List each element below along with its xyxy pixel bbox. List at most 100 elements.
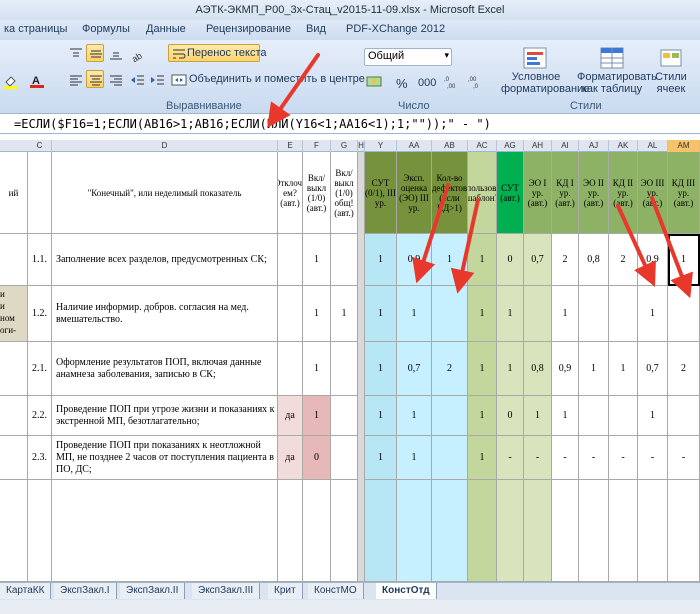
cell-ab[interactable] <box>432 396 468 436</box>
cell-e[interactable]: да <box>278 396 303 436</box>
cell-g[interactable]: 1 <box>331 286 358 342</box>
thousands-format-button[interactable]: 000 <box>418 77 436 89</box>
cell-empty[interactable] <box>28 480 52 582</box>
cell-empty[interactable] <box>497 480 524 582</box>
cell-g[interactable] <box>331 396 358 436</box>
tab-view[interactable]: Вид <box>306 23 326 35</box>
cell-ak[interactable]: 1 <box>609 342 638 396</box>
cell-am[interactable] <box>668 286 700 342</box>
cell-al[interactable]: 0,7 <box>638 342 668 396</box>
col-header-ac[interactable]: AC <box>468 140 497 152</box>
cell-aj[interactable] <box>579 286 609 342</box>
cell-f[interactable]: 1 <box>303 342 331 396</box>
col-header-aa[interactable]: AA <box>397 140 432 152</box>
cell-ah[interactable]: 0,8 <box>524 342 552 396</box>
cell-empty[interactable] <box>52 480 278 582</box>
row-number[interactable]: 1.1. <box>28 234 52 286</box>
cell-ai[interactable]: 1 <box>552 286 579 342</box>
cell-ab[interactable]: 1 <box>432 234 468 286</box>
cell-al[interactable]: - <box>638 436 668 480</box>
cell-empty[interactable] <box>609 480 638 582</box>
row-indicator-text[interactable]: Оформление результатов ПОП, включая данн… <box>52 342 278 396</box>
col-header-ah[interactable]: AH <box>524 140 552 152</box>
row-indicator-text[interactable]: Заполнение всех разделов, предусмотренны… <box>52 234 278 286</box>
cell-al[interactable]: 1 <box>638 396 668 436</box>
decrease-indent-icon[interactable] <box>128 70 146 88</box>
header-g[interactable]: Вкл/ выкл (1/0) общ! (авт.) <box>331 152 358 234</box>
header-ac[interactable]: Использовать шаблон? <box>468 152 497 234</box>
cell-empty[interactable] <box>365 480 397 582</box>
header-c[interactable] <box>28 152 52 234</box>
cell-ag[interactable]: 0 <box>497 234 524 286</box>
cell-e[interactable] <box>278 342 303 396</box>
decrease-decimal-icon[interactable]: ,00,0 <box>466 72 488 90</box>
currency-format-icon[interactable] <box>364 72 388 90</box>
cell-e[interactable] <box>278 234 303 286</box>
col-header-f[interactable]: F <box>303 140 331 152</box>
cell-ac[interactable]: 1 <box>468 342 497 396</box>
cell-ai[interactable]: - <box>552 436 579 480</box>
align-middle-icon[interactable] <box>86 44 104 62</box>
col-header-ai[interactable]: AI <box>552 140 579 152</box>
header-a[interactable]: ий <box>0 152 28 234</box>
sheet-tab[interactable]: КонстОтд <box>376 583 437 599</box>
cell-am[interactable]: - <box>668 436 700 480</box>
cell-aa[interactable]: 1 <box>397 396 432 436</box>
cell-ab[interactable]: 2 <box>432 342 468 396</box>
header-aj[interactable]: ЭО II ур. (авт.) <box>579 152 609 234</box>
cell-ag[interactable]: - <box>497 436 524 480</box>
header-ah[interactable]: ЭО I ур. (авт.) <box>524 152 552 234</box>
col-header-c[interactable]: C <box>28 140 52 152</box>
cell-f[interactable]: 1 <box>303 234 331 286</box>
cell-ai[interactable]: 1 <box>552 396 579 436</box>
cell-am[interactable]: 1 <box>668 234 700 286</box>
align-left-icon[interactable] <box>66 70 84 88</box>
header-ab[interactable]: Кол-во дефектов (если КД>1) <box>432 152 468 234</box>
sheet-tab[interactable]: ЭкспЗакл.II <box>120 583 186 599</box>
align-center-icon[interactable] <box>86 70 104 88</box>
cell-al[interactable]: 1 <box>638 286 668 342</box>
cell-y[interactable]: 1 <box>365 436 397 480</box>
horizontal-scrollbar[interactable] <box>0 600 700 614</box>
cell-empty[interactable] <box>638 480 668 582</box>
cell-g[interactable] <box>331 342 358 396</box>
col-header-am[interactable]: AM <box>668 140 700 152</box>
sheet-tab[interactable]: ЭкспЗакл.I <box>54 583 117 599</box>
cell-aj[interactable]: 0,8 <box>579 234 609 286</box>
cell-empty[interactable] <box>552 480 579 582</box>
percent-format-button[interactable]: % <box>396 76 408 91</box>
cell-am[interactable] <box>668 396 700 436</box>
col-header-ak[interactable]: AK <box>609 140 638 152</box>
row-number[interactable]: 2.3. <box>28 436 52 480</box>
cell-aj[interactable] <box>579 396 609 436</box>
cell-ag[interactable]: 1 <box>497 342 524 396</box>
row-left-cell[interactable] <box>0 342 28 396</box>
row-number[interactable]: 2.2. <box>28 396 52 436</box>
cell-ac[interactable]: 1 <box>468 234 497 286</box>
align-top-icon[interactable] <box>66 44 84 62</box>
cell-ag[interactable]: 1 <box>497 286 524 342</box>
row-indicator-text[interactable]: Наличие информир. добров. согласия на ме… <box>52 286 278 342</box>
cell-am[interactable]: 2 <box>668 342 700 396</box>
formula-input[interactable]: =ЕСЛИ($F16=1;ЕСЛИ(AB16>1;AB16;ЕСЛИ(ИЛИ(Y… <box>14 117 491 131</box>
header-ag[interactable]: СУТ (авт.) <box>497 152 524 234</box>
cell-ac[interactable]: 1 <box>468 396 497 436</box>
cell-ak[interactable] <box>609 396 638 436</box>
cell-g[interactable] <box>331 234 358 286</box>
col-header-aj[interactable]: AJ <box>579 140 609 152</box>
row-number[interactable]: 1.2. <box>28 286 52 342</box>
increase-indent-icon[interactable] <box>148 70 166 88</box>
header-y[interactable]: СУТ (0/1), III ур. <box>365 152 397 234</box>
col-header-d[interactable]: D <box>52 140 278 152</box>
cell-f[interactable]: 1 <box>303 286 331 342</box>
header-e[interactable]: Отклоча ем? (авт.) <box>278 152 303 234</box>
formula-bar[interactable]: =ЕСЛИ($F16=1;ЕСЛИ(AB16>1;AB16;ЕСЛИ(ИЛИ(Y… <box>0 114 700 134</box>
conditional-format-button[interactable]: Условное форматирование <box>498 44 589 100</box>
row-left-cell[interactable] <box>0 234 28 286</box>
row-indicator-text[interactable]: Проведение ПОП при угрозе жизни и показа… <box>52 396 278 436</box>
cell-y[interactable]: 1 <box>365 342 397 396</box>
cell-empty[interactable] <box>524 480 552 582</box>
tab-formulas[interactable]: Формулы <box>82 23 130 35</box>
wrap-text-button[interactable]: Перенос текста <box>168 44 267 62</box>
col-header-ab[interactable]: AB <box>432 140 468 152</box>
